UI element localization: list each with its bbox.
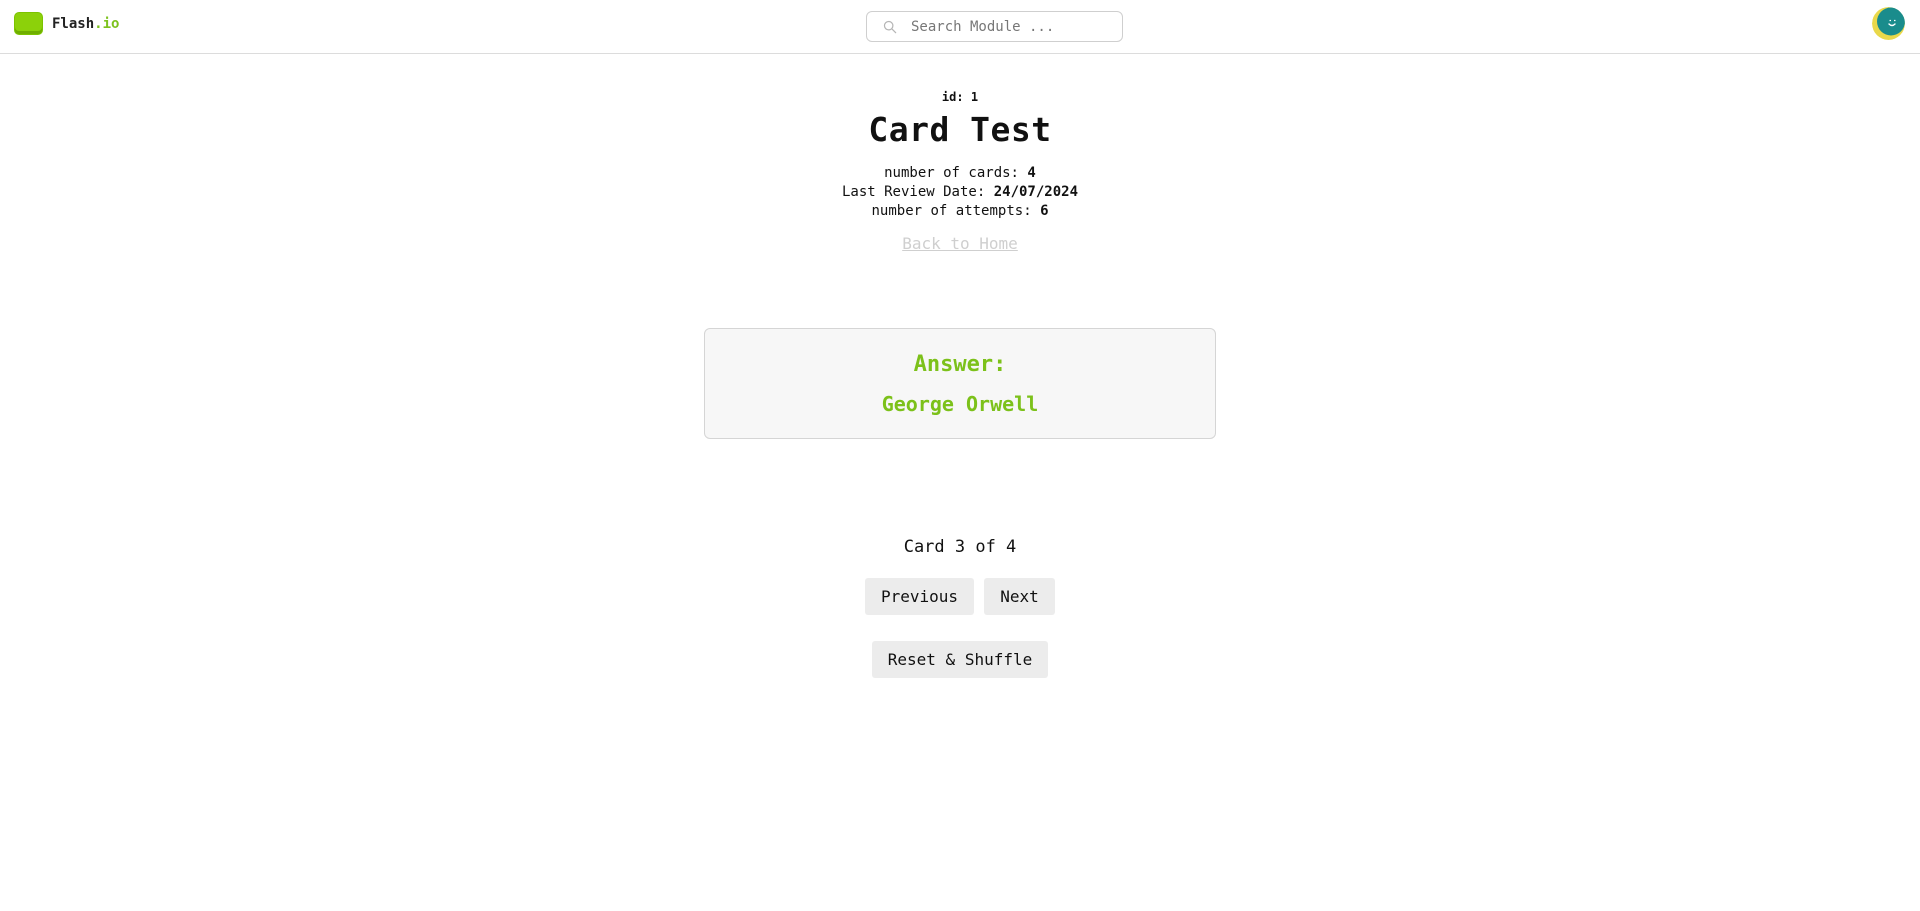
last-review-date: Last Review Date: 24/07/2024 [0, 183, 1920, 202]
module-id-label: id: [941, 90, 964, 104]
brand-name: Flash.io [52, 16, 119, 32]
flashcard[interactable]: Answer: George Orwell [704, 328, 1216, 439]
previous-button[interactable]: Previous [865, 578, 974, 615]
reset-shuffle-button[interactable]: Reset & Shuffle [872, 641, 1048, 678]
card-counter: Card 3 of 4 [903, 537, 1017, 557]
card-face-label: Answer: [913, 352, 1007, 377]
module-id-value: 1 [970, 90, 979, 104]
search-box[interactable] [866, 11, 1123, 42]
module-id: id: 1 [0, 89, 1920, 105]
card-count-label: number of cards: [884, 165, 1019, 181]
last-review-value: 24/07/2024 [993, 184, 1079, 200]
attempt-count-value: 6 [1040, 203, 1049, 219]
logo-icon [15, 13, 42, 34]
module-info: id: 1 Card Test number of cards: 4 Last … [0, 55, 1920, 253]
search-icon [883, 20, 897, 33]
attempt-count: number of attempts: 6 [0, 202, 1920, 221]
search-input[interactable] [911, 18, 1111, 35]
avatar-icon [1872, 7, 1905, 40]
brand-name-accent: .io [94, 15, 120, 32]
attempt-count-label: number of attempts: [871, 203, 1032, 219]
user-avatar[interactable] [1872, 7, 1905, 40]
brand[interactable]: Flash.io [15, 13, 119, 34]
card-count-value: 4 [1027, 165, 1036, 181]
page-title: Card Test [868, 110, 1052, 149]
last-review-label: Last Review Date: [841, 184, 986, 200]
top-navbar: Flash.io [0, 0, 1920, 54]
back-to-home-link[interactable]: Back to Home [902, 234, 1018, 253]
card-answer-text: George Orwell [881, 392, 1039, 416]
brand-name-main: Flash [52, 15, 95, 32]
card-count: number of cards: 4 [0, 164, 1920, 183]
next-button[interactable]: Next [984, 578, 1055, 615]
module-meta: number of cards: 4 Last Review Date: 24/… [0, 164, 1920, 221]
